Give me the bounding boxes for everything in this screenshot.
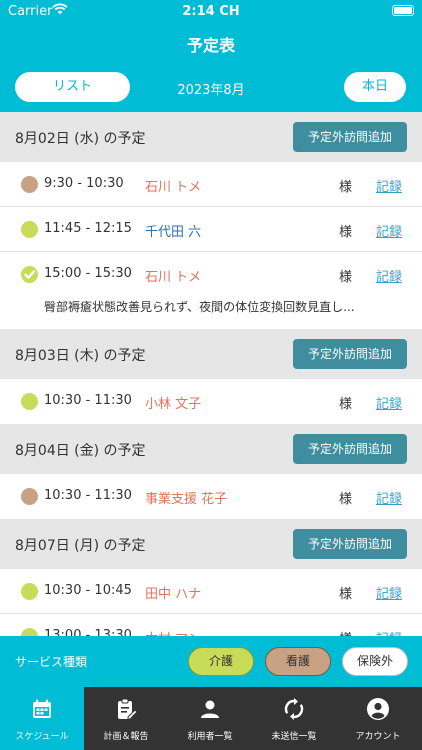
- client-name: 木村 マン: [145, 628, 201, 636]
- visit-time: 10:30 - 11:30: [44, 393, 132, 408]
- today-button[interactable]: 本日: [344, 72, 406, 102]
- add-unscheduled-visit-button[interactable]: 予定外訪問追加: [293, 434, 407, 464]
- list-view-button[interactable]: リスト: [15, 72, 130, 102]
- tab-plan-report-label: 計画＆報告: [103, 732, 149, 742]
- service-type-filter: サービス種類 介護 看護 保険外: [0, 636, 422, 687]
- day-section-header: 8月02日 (水) の予定 予定外訪問追加: [0, 112, 422, 162]
- schedule-list[interactable]: 8月02日 (水) の予定 予定外訪問追加 9:30 - 10:30 石川 トメ様記録…: [0, 112, 422, 636]
- visit-time: 10:30 - 11:30: [44, 488, 132, 503]
- tab-schedule-label: スケジュール: [15, 732, 69, 742]
- calendar-icon: [30, 697, 54, 721]
- honorific-label: 様: [339, 180, 353, 195]
- day-title: 8月02日 (水) の予定: [15, 131, 146, 147]
- visit-status-dot: [21, 628, 38, 636]
- visit-status-dot: [21, 393, 38, 410]
- add-unscheduled-visit-button[interactable]: 予定外訪問追加: [293, 529, 407, 559]
- visit-status-dot: [21, 176, 38, 193]
- visit-status-dot: [21, 583, 38, 600]
- client-name: 事業支援 花子: [145, 492, 228, 507]
- record-link[interactable]: 記録: [376, 221, 402, 240]
- visit-row[interactable]: 9:30 - 10:30 石川 トメ 様 記録: [0, 162, 422, 207]
- page-title: 予定表: [186, 36, 235, 55]
- visit-time: 15:00 - 15:30: [44, 266, 132, 281]
- tab-unsent-list[interactable]: 未送信一覧: [252, 687, 336, 750]
- header: Carrier 2:14 CH 予定表 リスト 2023年8月 本日: [0, 0, 422, 112]
- service-type-label: サービス種類: [15, 655, 88, 669]
- honorific-label: 様: [339, 225, 353, 240]
- tab-account-label: アカウント: [355, 732, 401, 742]
- tab-unsent-list-label: 未送信一覧: [271, 732, 317, 742]
- visit-row[interactable]: 10:30 - 11:30 小林 文子 様 記録: [0, 379, 422, 424]
- visit-row[interactable]: 10:30 - 11:30 事業支援 花子 様 記録: [0, 474, 422, 519]
- client-name: 田中 ハナ: [145, 587, 202, 602]
- honorific-label: 様: [339, 492, 353, 507]
- day-section-header: 8月04日 (金) の予定 予定外訪問追加: [0, 424, 422, 474]
- visit-time: 13:00 - 13:30: [44, 628, 132, 636]
- add-unscheduled-visit-button[interactable]: 予定外訪問追加: [293, 339, 407, 369]
- record-link[interactable]: 記録: [376, 176, 402, 195]
- clipboard-edit-icon: [114, 697, 138, 721]
- honorific-label: 様: [339, 397, 353, 412]
- tab-user-list[interactable]: 利用者一覧: [168, 687, 252, 750]
- status-bar: Carrier 2:14 CH: [0, 0, 422, 24]
- honorific-label: 様: [339, 270, 353, 285]
- add-unscheduled-visit-button[interactable]: 予定外訪問追加: [293, 122, 407, 152]
- visit-time: 11:45 - 12:15: [44, 221, 132, 236]
- month-label: 2023年8月: [177, 83, 245, 98]
- battery-icon: [392, 5, 414, 16]
- tab-schedule[interactable]: スケジュール: [0, 687, 84, 750]
- visit-row[interactable]: 13:00 - 13:30 木村 マン 様 記録: [0, 614, 422, 636]
- day-title: 8月07日 (月) の予定: [15, 538, 146, 554]
- account-circle-icon: [366, 697, 390, 721]
- record-link[interactable]: 記録: [376, 488, 402, 507]
- record-link[interactable]: 記録: [376, 583, 402, 602]
- tab-bar: スケジュール 計画＆報告 利用者一覧 未送信一覧 アカウント: [0, 687, 422, 750]
- honorific-label: 様: [339, 587, 353, 602]
- day-section-header: 8月03日 (木) の予定 予定外訪問追加: [0, 329, 422, 379]
- sync-icon: [282, 697, 306, 721]
- person-icon: [198, 697, 222, 721]
- filter-hoken-gai-chip[interactable]: 保険外: [342, 647, 408, 676]
- honorific-label: 様: [339, 628, 352, 636]
- day-section-header: 8月07日 (月) の予定 予定外訪問追加: [0, 519, 422, 569]
- clock: 2:14 CH: [182, 4, 240, 19]
- filter-kaigo-chip[interactable]: 介護: [188, 647, 254, 676]
- tab-account[interactable]: アカウント: [336, 687, 420, 750]
- client-name: 石川 トメ: [145, 270, 202, 285]
- record-link[interactable]: 記録: [376, 266, 402, 285]
- tab-user-list-label: 利用者一覧: [187, 732, 233, 742]
- visit-row[interactable]: 11:45 - 12:15 千代田 六 様 記録: [0, 207, 422, 252]
- day-title: 8月03日 (木) の予定: [15, 348, 146, 364]
- visit-row[interactable]: 10:30 - 10:45 田中 ハナ 様 記録: [0, 569, 422, 614]
- record-link[interactable]: 記録: [376, 628, 402, 636]
- client-name: 石川 トメ: [145, 180, 202, 195]
- client-name: 千代田 六: [145, 225, 202, 240]
- visit-time: 9:30 - 10:30: [44, 176, 124, 191]
- client-name: 小林 文子: [145, 397, 202, 412]
- day-title: 8月04日 (金) の予定: [15, 443, 146, 459]
- visit-row[interactable]: 15:00 - 15:30 石川 トメ 様 記録臀部褥瘡状態改善見られず、夜間の体位変…: [0, 252, 422, 329]
- completed-check-icon: [21, 266, 38, 283]
- visit-time: 10:30 - 10:45: [44, 583, 132, 598]
- tab-plan-report[interactable]: 計画＆報告: [84, 687, 168, 750]
- visit-status-dot: [21, 221, 38, 238]
- record-link[interactable]: 記録: [376, 393, 402, 412]
- visit-note: 臀部褥瘡状態改善見られず、夜間の体位変換回数見直し...: [44, 300, 355, 314]
- filter-kango-chip[interactable]: 看護: [265, 647, 331, 676]
- visit-status-dot: [21, 488, 38, 505]
